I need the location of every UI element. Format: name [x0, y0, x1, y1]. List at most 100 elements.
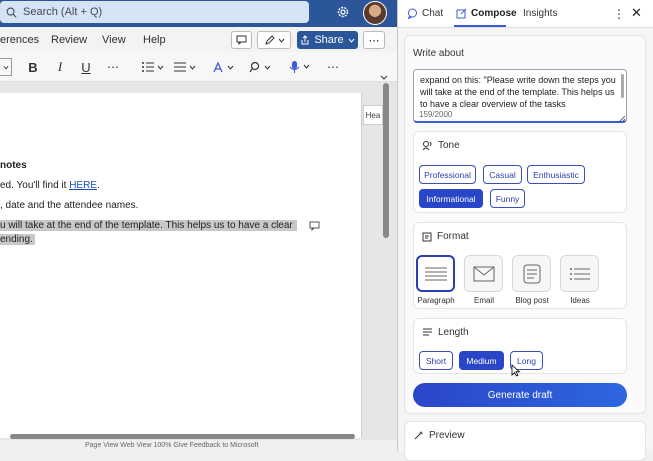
format-blog-post[interactable]	[512, 255, 551, 292]
preview-card: Preview	[404, 421, 646, 461]
sparkle-pen-icon	[414, 431, 423, 440]
gear-icon[interactable]	[336, 5, 350, 19]
format-paragraph-label: Paragraph	[417, 296, 455, 305]
more-vertical-icon[interactable]: ⋮	[613, 7, 625, 21]
comment-marker-icon[interactable]	[309, 221, 320, 231]
doc-line-3: , date and the attendee names.	[0, 200, 139, 211]
side-tab[interactable]: Hea	[363, 105, 383, 125]
comment-button[interactable]	[231, 31, 252, 49]
preview-title: Preview	[413, 430, 465, 441]
tab-compose[interactable]: Compose	[456, 8, 517, 19]
tone-enthusiastic[interactable]: Enthusiastic	[527, 165, 585, 184]
chevron-down-icon	[3, 65, 8, 69]
generate-draft-button[interactable]: Generate draft	[413, 383, 627, 407]
doc-heading: notes	[0, 160, 27, 171]
format-card: Format Paragraph Email Blog post Ideas	[413, 222, 627, 309]
search-box[interactable]: Search (Alt + Q)	[0, 1, 309, 23]
format-blog-post-label: Blog post	[515, 296, 549, 305]
find-icon[interactable]	[248, 58, 274, 76]
length-icon	[423, 328, 432, 336]
tab-chat[interactable]: Chat	[407, 8, 443, 19]
horizontal-scrollbar[interactable]	[10, 434, 355, 439]
tab-chat-label: Chat	[422, 8, 444, 19]
menu-view[interactable]: View	[102, 34, 126, 46]
panel-tabs: Chat Compose Insights ⋮ ✕	[398, 0, 653, 28]
char-counter: 159/2000	[419, 110, 453, 119]
more-options-button[interactable]: ⋯	[363, 31, 385, 49]
tone-title: Tone	[422, 140, 460, 151]
title-bar: Search (Alt + Q)	[0, 0, 397, 27]
prompt-text: expand on this: "Please write down the s…	[420, 75, 616, 109]
preview-label: Preview	[429, 430, 465, 441]
format-email-label: Email	[473, 296, 494, 305]
style-dropdown[interactable]	[0, 58, 12, 76]
write-about-label: Write about	[413, 48, 464, 59]
tone-card: Tone Professional Casual Enthusiastic In…	[413, 131, 627, 213]
chevron-down-icon	[278, 38, 284, 43]
email-icon	[473, 266, 494, 281]
paragraph-icon	[424, 267, 447, 280]
search-icon	[6, 7, 17, 17]
doc-line-2: ed. You'll find it HERE.	[0, 180, 100, 191]
close-icon[interactable]: ✕	[631, 5, 642, 21]
write-about-title: Write about	[413, 48, 464, 59]
share-label: Share	[314, 34, 344, 46]
tone-casual[interactable]: Casual	[483, 165, 522, 184]
length-short[interactable]: Short	[419, 351, 453, 370]
tab-insights-label: Insights	[523, 8, 558, 19]
vertical-scrollbar[interactable]	[383, 83, 389, 238]
mouse-cursor-icon	[511, 364, 521, 377]
length-label: Length	[438, 327, 469, 338]
ideas-icon	[569, 267, 590, 280]
chat-icon	[407, 8, 417, 19]
dictate-icon[interactable]	[287, 58, 313, 76]
chevron-down-icon	[348, 38, 355, 43]
format-title: Format	[422, 231, 469, 242]
comment-icon	[236, 35, 247, 45]
format-label: Format	[437, 231, 469, 242]
blog-post-icon	[523, 264, 540, 283]
doc-text: ed. You'll find it	[0, 180, 70, 191]
chevron-down-icon	[380, 75, 388, 80]
menu-references[interactable]: erences	[0, 34, 39, 46]
tone-funny[interactable]: Funny	[490, 189, 525, 208]
align-icon[interactable]	[171, 58, 199, 76]
menu-review[interactable]: Review	[51, 34, 87, 46]
menu-bar: erences Review View Help Share ⋯	[0, 27, 397, 52]
compose-icon	[456, 8, 467, 19]
tone-professional[interactable]: Professional	[419, 165, 476, 184]
editing-button[interactable]	[257, 31, 291, 49]
word-window: Search (Alt + Q) erences Review View Hel…	[0, 0, 397, 451]
tone-icon	[422, 141, 432, 151]
menu-help[interactable]: Help	[143, 34, 166, 46]
bullets-icon[interactable]	[139, 58, 167, 76]
format-ideas-label: Ideas	[570, 296, 590, 305]
doc-link[interactable]: HERE	[69, 180, 97, 191]
pencil-icon	[264, 34, 275, 45]
tone-label: Tone	[438, 140, 460, 151]
share-icon	[301, 35, 309, 45]
status-bar: Page View Web View 100% Give Feedback to…	[0, 440, 397, 451]
tone-informational[interactable]: Informational	[419, 189, 483, 208]
document-page[interactable]: notes ed. You'll find it HERE. , date an…	[0, 93, 362, 438]
copilot-panel: Chat Compose Insights ⋮ ✕ Write about ex…	[398, 0, 653, 461]
format-email[interactable]	[464, 255, 503, 292]
bold-icon[interactable]: B	[26, 58, 40, 76]
format-ideas[interactable]	[560, 255, 599, 292]
italic-icon[interactable]: I	[53, 58, 67, 76]
underline-icon[interactable]: U	[79, 58, 93, 76]
textarea-scrollbar[interactable]	[621, 74, 624, 98]
length-title: Length	[422, 327, 469, 338]
format-paragraph[interactable]	[416, 255, 455, 292]
resize-handle-icon[interactable]	[619, 115, 626, 122]
search-placeholder: Search (Alt + Q)	[23, 6, 103, 18]
more-font-icon[interactable]: ⋯	[104, 58, 122, 76]
more-ribbon-icon[interactable]: ⋯	[324, 58, 342, 76]
document-area: notes ed. You'll find it HERE. , date an…	[0, 83, 397, 451]
ribbon-toolbar: B I U ⋯ ⋯	[0, 52, 397, 82]
avatar[interactable]	[363, 1, 387, 25]
text-effects-icon[interactable]	[211, 58, 237, 76]
length-medium[interactable]: Medium	[459, 351, 504, 370]
tab-insights[interactable]: Insights	[523, 8, 557, 19]
share-button[interactable]: Share	[297, 31, 358, 49]
